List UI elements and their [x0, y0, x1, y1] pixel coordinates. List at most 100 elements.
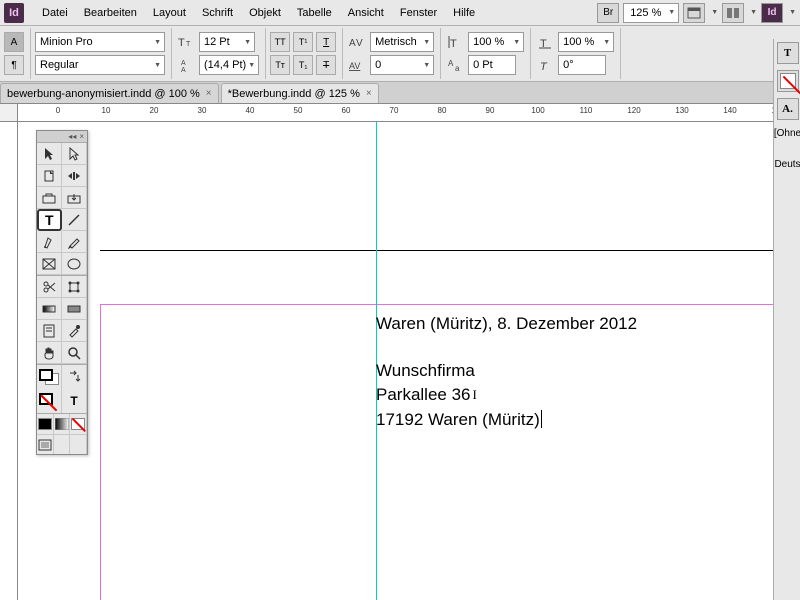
- apply-color[interactable]: [37, 414, 54, 434]
- text-cursor-icon: I: [473, 386, 477, 405]
- view-mode-normal[interactable]: [37, 435, 54, 454]
- ruler-tick: 140: [723, 106, 736, 115]
- control-bar: A ¶ Minion Pro▼ Regular▼ TT 12 Pt▼ AA (1…: [0, 26, 800, 82]
- font-size-value: 12 Pt: [204, 36, 230, 48]
- menu-objekt[interactable]: Objekt: [241, 3, 289, 23]
- fill-color-button[interactable]: T: [777, 42, 799, 64]
- subscript-button[interactable]: T₁: [293, 55, 313, 75]
- para-format-button[interactable]: ¶: [4, 55, 24, 75]
- text-frame[interactable]: Waren (Müritz), 8. Dezember 2012 Wunschf…: [376, 312, 637, 433]
- menu-schrift[interactable]: Schrift: [194, 3, 241, 23]
- tab-doc-1[interactable]: bewerbung-anonymisiert.indd @ 100 % ×: [0, 83, 219, 103]
- ruler-vertical[interactable]: [0, 122, 18, 600]
- pencil-tool[interactable]: [62, 231, 87, 253]
- font-size-field[interactable]: 12 Pt▼: [199, 32, 255, 52]
- vscale-field[interactable]: 100 %▼: [468, 32, 524, 52]
- svg-text:AV: AV: [349, 61, 360, 71]
- note-tool[interactable]: [37, 320, 62, 342]
- fill-stroke-swatch[interactable]: [37, 365, 62, 389]
- zoom-level[interactable]: 125 % ▼: [623, 3, 679, 23]
- leading-field[interactable]: (14,4 Pt)▼: [199, 55, 259, 75]
- ruler-tick: 40: [246, 106, 255, 115]
- free-transform-tool[interactable]: [62, 276, 87, 298]
- baseline-field[interactable]: 0 Pt: [468, 55, 516, 75]
- menu-layout[interactable]: Layout: [145, 3, 194, 23]
- char-format-button[interactable]: A: [4, 32, 24, 52]
- ruler-origin[interactable]: [0, 104, 18, 122]
- apply-gradient[interactable]: [54, 414, 71, 434]
- screen-mode-button[interactable]: [683, 3, 705, 23]
- svg-text:a: a: [455, 64, 460, 72]
- pen-tool[interactable]: [37, 231, 62, 253]
- close-icon[interactable]: ×: [206, 88, 212, 99]
- rectangle-tool[interactable]: [62, 253, 87, 275]
- tools-panel-header[interactable]: ◂◂ ×: [37, 131, 87, 143]
- eyedropper-tool[interactable]: [62, 320, 87, 342]
- gradient-feather-tool[interactable]: [62, 298, 87, 320]
- workspace-button[interactable]: Id: [761, 3, 783, 23]
- page-tool[interactable]: [37, 165, 62, 187]
- scissors-tool[interactable]: [37, 276, 62, 298]
- tracking-field[interactable]: 0▼: [370, 55, 434, 75]
- gradient-swatch-tool[interactable]: [37, 298, 62, 320]
- svg-text:T: T: [540, 61, 548, 72]
- kerning-dropdown[interactable]: Metrisch▼: [370, 32, 434, 52]
- superscript-button[interactable]: T¹: [293, 32, 313, 52]
- menu-hilfe[interactable]: Hilfe: [445, 3, 483, 23]
- dropdown-arrow-icon: ▼: [711, 9, 718, 16]
- smallcaps-button[interactable]: Tᴛ: [270, 55, 290, 75]
- ruler-tick: 120: [627, 106, 640, 115]
- selection-tool[interactable]: [37, 143, 62, 165]
- skew-field[interactable]: 0°: [558, 55, 606, 75]
- menu-ansicht[interactable]: Ansicht: [340, 3, 392, 23]
- close-icon[interactable]: ×: [79, 132, 84, 141]
- ruler-tick: 130: [675, 106, 688, 115]
- hand-tool[interactable]: [37, 342, 62, 364]
- baseline-icon: Aa: [445, 55, 465, 75]
- menu-tabelle[interactable]: Tabelle: [289, 3, 340, 23]
- ruler-tick: 10: [102, 106, 111, 115]
- allcaps-button[interactable]: TT: [270, 32, 290, 52]
- line-tool[interactable]: [62, 209, 87, 231]
- default-fill-stroke[interactable]: [37, 389, 62, 413]
- content-collector-tool[interactable]: [37, 187, 62, 209]
- swap-fill-stroke[interactable]: [62, 365, 87, 389]
- gap-tool[interactable]: [62, 165, 87, 187]
- rectangle-frame-tool[interactable]: [37, 253, 62, 275]
- svg-text:T: T: [186, 41, 191, 48]
- menu-bearbeiten[interactable]: Bearbeiten: [76, 3, 145, 23]
- skew-icon: T: [535, 55, 555, 75]
- arrange-button[interactable]: [722, 3, 744, 23]
- svg-text:T: T: [540, 38, 547, 49]
- zoom-tool[interactable]: [62, 342, 87, 364]
- doc-line-city: 17192 Waren (Müritz): [376, 408, 637, 433]
- hscale-field[interactable]: 100 %▼: [558, 32, 614, 52]
- tab-doc-2[interactable]: *Bewerbung.indd @ 125 % ×: [221, 83, 379, 103]
- document-tabs: bewerbung-anonymisiert.indd @ 100 % × *B…: [0, 82, 800, 104]
- close-icon[interactable]: ×: [366, 88, 372, 99]
- menu-fenster[interactable]: Fenster: [392, 3, 445, 23]
- ruler-tick: 60: [342, 106, 351, 115]
- tools-panel[interactable]: ◂◂ × T T: [36, 130, 88, 455]
- direct-selection-tool[interactable]: [62, 143, 87, 165]
- font-family-dropdown[interactable]: Minion Pro▼: [35, 32, 165, 52]
- ruler-horizontal[interactable]: 0 10 20 30 40 50 60 70 80 90 100 110 120…: [18, 104, 800, 122]
- zoom-value: 125 %: [630, 7, 661, 19]
- underline-button[interactable]: T: [316, 32, 336, 52]
- stroke-color-button[interactable]: [777, 70, 799, 92]
- type-tool[interactable]: T: [37, 209, 62, 231]
- content-placer-tool[interactable]: [62, 187, 87, 209]
- dropdown-arrow-icon: ▼: [668, 9, 675, 16]
- apply-none[interactable]: [70, 414, 87, 434]
- formatting-affects[interactable]: T: [62, 389, 87, 413]
- collapse-icon[interactable]: ◂◂: [68, 132, 76, 141]
- strikethrough-button[interactable]: T: [316, 55, 336, 75]
- doc-line-date: Waren (Müritz), 8. Dezember 2012: [376, 312, 637, 337]
- right-panel-dock[interactable]: T A. [Ohne Deuts: [773, 39, 800, 600]
- bridge-button[interactable]: Br: [597, 3, 619, 23]
- font-style-dropdown[interactable]: Regular▼: [35, 55, 165, 75]
- document-canvas[interactable]: Waren (Müritz), 8. Dezember 2012 Wunschf…: [18, 122, 800, 600]
- char-style-button[interactable]: A.: [777, 98, 799, 120]
- vscale-icon: T: [445, 32, 465, 52]
- menu-datei[interactable]: Datei: [34, 3, 76, 23]
